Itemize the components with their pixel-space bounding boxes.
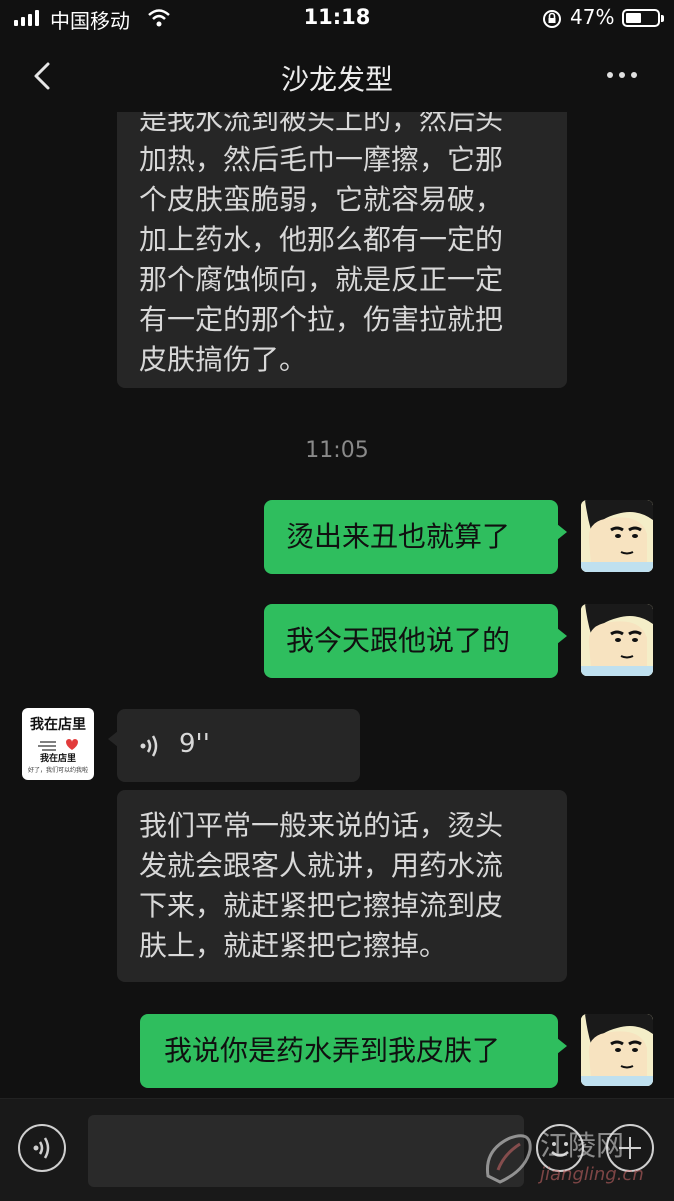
- outgoing-message[interactable]: 我今天跟他说了的: [264, 604, 567, 678]
- watermark-name: 江陵网: [540, 1129, 625, 1162]
- message-timestamp: 11:05: [305, 438, 369, 463]
- avatar-caption-small: 我在店里: [39, 754, 76, 764]
- voice-wave-icon: [33, 1137, 50, 1159]
- my-avatar[interactable]: [581, 604, 653, 676]
- contact-avatar[interactable]: 我在店里 我在店里 好了，我们可以约我啦: [22, 708, 94, 780]
- watermark-logo-icon: [485, 1134, 532, 1184]
- site-watermark: 江陵网 jiangling.cn: [480, 1124, 670, 1194]
- message-input[interactable]: [88, 1115, 524, 1187]
- outgoing-message[interactable]: 烫出来丑也就算了: [264, 500, 567, 574]
- more-dots-icon[interactable]: [607, 72, 637, 78]
- watermark-url: jiangling.cn: [540, 1164, 644, 1185]
- voice-input-button[interactable]: [18, 1124, 66, 1172]
- battery-percent: 47%: [570, 5, 615, 29]
- status-bar: 中国移动 11:18 47%: [0, 0, 674, 40]
- cartoon-boy-avatar-image: [581, 500, 653, 572]
- message-text: 烫出来丑也就算了: [286, 520, 511, 553]
- my-avatar[interactable]: [581, 1014, 653, 1086]
- message-text: 我说你是药水弄到我皮肤了: [164, 1034, 501, 1067]
- rotation-lock-icon: [543, 10, 561, 28]
- message-list[interactable]: 是我水流到被头上的，然后头 加热，然后毛巾一摩擦，它那 个皮肤蛮脆弱，它就容易破…: [0, 112, 674, 1098]
- voice-wave-icon: [140, 735, 158, 757]
- incoming-message[interactable]: 我们平常一般来说的话，烫头 发就会跟客人就讲，用药水流 下来，就赶紧把它擦掉流到…: [117, 790, 567, 982]
- message-text: 我们平常一般来说的话，烫头 发就会跟客人就讲，用药水流 下来，就赶紧把它擦掉流到…: [139, 809, 504, 962]
- chat-title: 沙龙发型: [280, 63, 393, 96]
- message-text: 我今天跟他说了的: [286, 624, 511, 657]
- chat-header: 沙龙发型: [0, 40, 674, 112]
- my-avatar[interactable]: [581, 500, 653, 572]
- avatar-caption: 我在店里: [30, 717, 86, 733]
- incoming-message[interactable]: 是我水流到被头上的，然后头 加热，然后毛巾一摩擦，它那 个皮肤蛮脆弱，它就容易破…: [117, 112, 567, 388]
- cartoon-boy-avatar-image: [581, 604, 653, 676]
- avatar-caption-tiny: 好了，我们可以约我啦: [27, 767, 88, 774]
- cartoon-boy-avatar-image: [581, 1014, 653, 1086]
- heart-icon: [22, 737, 94, 751]
- message-text: 是我水流到被头上的，然后头 加热，然后毛巾一摩擦，它那 个皮肤蛮脆弱，它就容易破…: [139, 112, 504, 376]
- battery-icon: [622, 9, 664, 27]
- outgoing-message[interactable]: 我说你是药水弄到我皮肤了: [140, 1014, 567, 1088]
- voice-message[interactable]: 9'': [108, 709, 360, 782]
- voice-duration: 9'': [179, 729, 210, 759]
